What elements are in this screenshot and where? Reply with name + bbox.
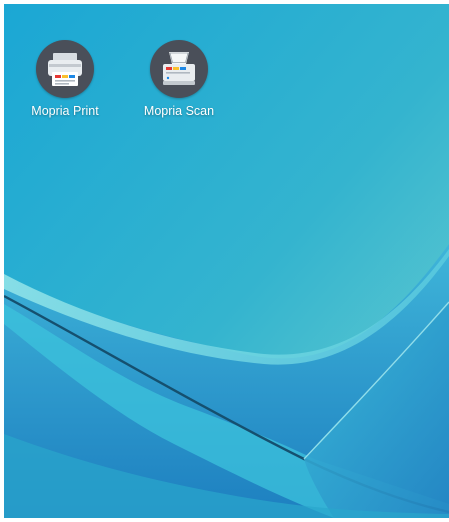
scanner-icon (150, 40, 208, 98)
printer-icon (36, 40, 94, 98)
app-icon-mopria-scan[interactable]: Mopria Scan (134, 40, 224, 118)
app-label: Mopria Print (31, 104, 99, 118)
home-screen: Mopria Print Mopria Scan (4, 4, 449, 518)
app-icon-mopria-print[interactable]: Mopria Print (20, 40, 110, 118)
app-label: Mopria Scan (143, 104, 215, 118)
